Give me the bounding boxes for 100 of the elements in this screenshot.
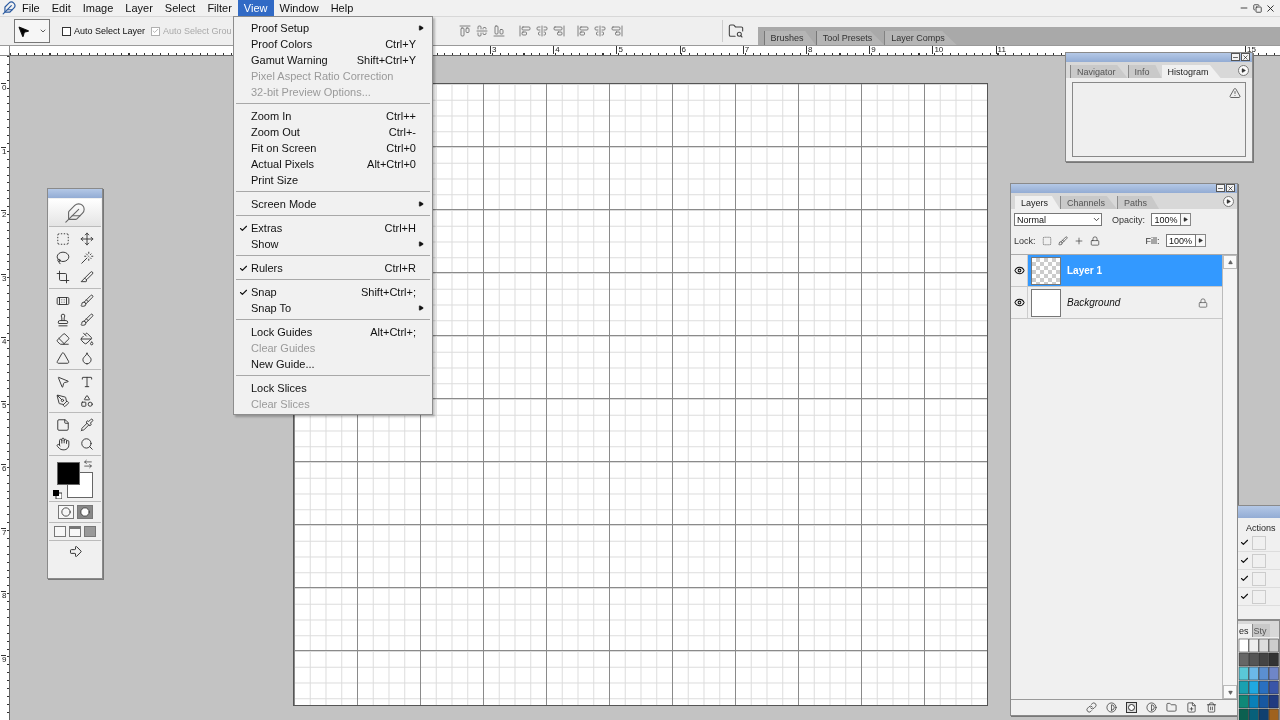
menu-item[interactable]: Snap Shift+Ctrl+; — [234, 284, 432, 300]
menu-item[interactable]: Screen Mode — [234, 196, 432, 212]
droplet-icon[interactable] — [80, 350, 94, 365]
menu-bar-item[interactable]: Layer — [119, 0, 159, 16]
distribute-icon[interactable] — [610, 25, 623, 37]
menu-item[interactable]: Proof Colors Ctrl+Y — [234, 36, 432, 52]
dialog-toggle[interactable] — [1252, 553, 1266, 568]
palette-well-tab[interactable]: Layer Comps — [884, 31, 957, 45]
hand-icon[interactable] — [56, 436, 70, 451]
menu-item[interactable]: Fit on Screen Ctrl+0 — [234, 140, 432, 156]
trash-icon[interactable] — [1206, 702, 1217, 713]
tool-preset-picker[interactable] — [14, 19, 50, 43]
palette-menu-button[interactable] — [1223, 196, 1234, 207]
dialog-toggle[interactable] — [1252, 571, 1266, 586]
blend-mode-dropdown[interactable]: Normal — [1014, 213, 1102, 226]
folder-icon[interactable] — [1166, 702, 1177, 713]
opacity-field[interactable]: 100% — [1151, 213, 1181, 226]
menu-item[interactable]: Gamut Warning Shift+Ctrl+Y — [234, 52, 432, 68]
minimize-button[interactable] — [1216, 184, 1225, 192]
menu-bar-item[interactable]: Select — [158, 0, 202, 16]
visibility-toggle[interactable] — [1011, 287, 1028, 318]
eraser-icon[interactable] — [56, 331, 70, 346]
brush-icon[interactable] — [80, 312, 94, 327]
menu-bar-item[interactable]: Filter — [201, 0, 238, 16]
link-icon[interactable] — [1086, 702, 1097, 713]
pointer-icon[interactable] — [56, 374, 70, 389]
menu-bar-item[interactable]: File — [16, 0, 46, 16]
standard-mode-button[interactable] — [57, 505, 74, 519]
menu-bar-item[interactable]: Image — [76, 0, 120, 16]
warning-icon[interactable] — [1229, 87, 1241, 99]
paint-bucket-icon[interactable] — [80, 331, 94, 346]
default-colors-icon[interactable] — [53, 490, 62, 499]
minimize-button[interactable] — [1231, 53, 1240, 61]
screen-mode-button[interactable] — [69, 526, 81, 537]
menu-item[interactable]: Show — [234, 236, 432, 252]
brush-icon[interactable] — [80, 293, 94, 308]
move-icon[interactable] — [80, 231, 94, 246]
scrollbar[interactable] — [1222, 255, 1237, 699]
crop-icon[interactable] — [56, 269, 70, 284]
lock-move-icon[interactable] — [1073, 235, 1084, 246]
zoom-icon[interactable] — [80, 436, 94, 451]
eyedropper-icon[interactable] — [80, 417, 94, 432]
close-button[interactable] — [1241, 53, 1250, 61]
triangle-icon[interactable] — [56, 350, 70, 365]
menu-item[interactable]: Actual Pixels Alt+Ctrl+0 — [234, 156, 432, 172]
screen-mode-button[interactable] — [54, 526, 66, 537]
close-button[interactable] — [1264, 2, 1276, 14]
half-circle-icon[interactable] — [1106, 702, 1117, 713]
menu-bar-item[interactable]: Window — [273, 0, 325, 16]
palette-tab[interactable]: es — [1238, 624, 1252, 637]
file-browser-icon[interactable] — [728, 23, 745, 39]
menu-bar-item[interactable]: Edit — [45, 0, 77, 16]
layer-row[interactable]: Background — [1028, 287, 1222, 318]
menu-item[interactable]: Zoom In Ctrl++ — [234, 108, 432, 124]
mask-icon[interactable] — [1126, 702, 1137, 713]
half-circle-icon[interactable] — [1146, 702, 1157, 713]
align-icon[interactable] — [552, 25, 565, 37]
menu-item[interactable]: Proof Setup — [234, 20, 432, 36]
dialog-toggle[interactable] — [1252, 589, 1266, 604]
palette-tab[interactable]: Paths — [1117, 196, 1160, 209]
swap-icon[interactable] — [83, 459, 93, 469]
close-button[interactable] — [1226, 184, 1235, 192]
palette-tab[interactable]: Histogram — [1161, 65, 1221, 78]
stamp-icon[interactable] — [56, 312, 70, 327]
palette-tab[interactable]: Layers — [1015, 196, 1060, 209]
lock-all-icon[interactable] — [1089, 235, 1100, 246]
color-swatches-drawing[interactable] — [55, 459, 93, 498]
pen-icon[interactable] — [56, 393, 70, 408]
opacity-stepper[interactable] — [1181, 213, 1191, 226]
palette-tab[interactable]: Channels — [1060, 196, 1118, 209]
fill-stepper[interactable] — [1195, 234, 1206, 247]
note-icon[interactable] — [56, 417, 70, 432]
menu-item[interactable]: Lock Slices — [234, 380, 432, 396]
dialog-toggle[interactable] — [1252, 535, 1266, 550]
type-icon[interactable] — [80, 374, 94, 389]
menu-bar-item[interactable]: Help — [324, 0, 360, 16]
restore-button[interactable] — [1251, 2, 1263, 14]
menu-item[interactable]: Print Size — [234, 172, 432, 188]
menu-item[interactable]: New Guide... — [234, 356, 432, 372]
lock-brush-icon[interactable] — [1057, 235, 1068, 246]
menu-item[interactable]: Zoom Out Ctrl+- — [234, 124, 432, 140]
quick-mask-button[interactable] — [76, 505, 93, 519]
shapes-icon[interactable] — [80, 393, 94, 408]
lock-transparency-icon[interactable] — [1041, 235, 1052, 246]
menu-bar-item[interactable]: View — [237, 0, 274, 16]
fill-field[interactable]: 100% — [1165, 234, 1196, 247]
palette-tab[interactable]: Navigator — [1070, 65, 1128, 78]
lasso-icon[interactable] — [56, 250, 70, 265]
new-layer-icon[interactable] — [1186, 702, 1197, 713]
palette-tab[interactable]: Info — [1127, 65, 1162, 78]
menu-item[interactable]: Snap To — [234, 300, 432, 316]
swatches-drawing[interactable] — [1238, 637, 1279, 720]
menu-item[interactable]: Rulers Ctrl+R — [234, 260, 432, 276]
app-logo-icon[interactable] — [2, 1, 16, 15]
checkbox[interactable]: Auto Select Layer — [62, 26, 146, 36]
magic-wand-icon[interactable] — [80, 250, 94, 265]
marquee-icon[interactable] — [56, 231, 70, 246]
palette-well-tab[interactable]: Brushes — [763, 31, 816, 45]
palette-well-tab[interactable]: Tool Presets — [815, 31, 885, 45]
menu-item[interactable]: Lock Guides Alt+Ctrl+; — [234, 324, 432, 340]
